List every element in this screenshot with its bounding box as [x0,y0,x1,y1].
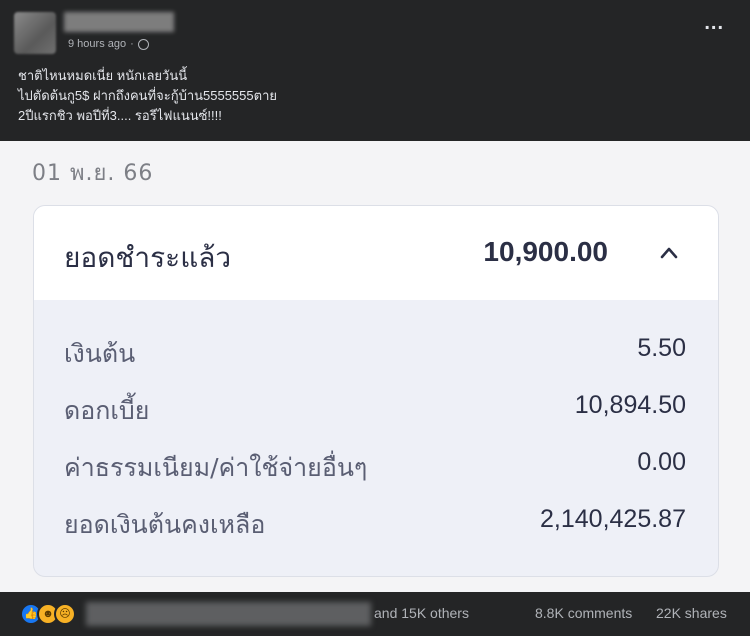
statement-screenshot[interactable]: 01 พ.ย. 66 ยอดชำระแล้ว 10,900.00 เงินต้น… [0,141,750,592]
globe-icon [137,38,149,50]
reaction-icons[interactable]: 👍 ☻ ☹ [20,603,76,625]
reaction-count[interactable]: and 15K others [374,605,469,621]
caption-line: ชาติไหนหมดเนี่ย หนักเลยวันนี้ [18,68,188,83]
paid-amount: 10,900.00 [483,236,608,267]
caption-line: ไปตัดต้นกู5$ ฝากถึงคนที่จะกู้บ้าน5555555… [18,88,277,103]
comment-count[interactable]: 8.8K comments [535,605,632,621]
row-label: ยอดเงินต้นคงเหลือ [64,510,266,539]
breakdown-row-principal: เงินต้น 5.50 [64,334,686,368]
payment-card-header[interactable]: ยอดชำระแล้ว 10,900.00 [34,206,718,300]
row-label: ดอกเบี้ย [64,396,150,425]
post-footer: 👍 ☻ ☹ and 15K others 8.8K comments 22K s… [0,592,750,636]
row-value: 2,140,425.87 [540,505,686,533]
row-value: 0.00 [637,448,686,476]
caption-line: 2ปีแรกชิว พอปีที่3.... รอรีไฟแนนซ์!!!! [18,108,222,123]
breakdown-row-interest: ดอกเบี้ย 10,894.50 [64,391,686,425]
post-header: 9 hours ago · ... ชาติไหนหมดเนี่ย หนักเล… [0,0,750,140]
wow-icon: ☹ [54,603,76,625]
row-label: เงินต้น [64,339,136,368]
breakdown-row-remaining-principal: ยอดเงินต้นคงเหลือ 2,140,425.87 [64,505,686,539]
post-caption: ชาติไหนหมดเนี่ย หนักเลยวันนี้ ไปตัดต้นกู… [18,66,277,126]
avatar[interactable] [14,12,56,54]
row-label: ค่าธรรมเนียม/ค่าใช้จ่ายอื่นๆ [64,453,368,482]
post-meta: 9 hours ago · [68,38,149,50]
breakdown-row-fees: ค่าธรรมเนียม/ค่าใช้จ่ายอื่นๆ 0.00 [64,448,686,482]
row-value: 5.50 [637,334,686,362]
share-count[interactable]: 22K shares [656,605,727,621]
paid-label: ยอดชำระแล้ว [64,241,232,274]
more-options-icon[interactable]: ... [704,13,724,33]
row-value: 10,894.50 [574,391,686,419]
meta-separator: · [130,38,134,50]
statement-date: 01 พ.ย. 66 [32,161,154,186]
post-time[interactable]: 9 hours ago [68,38,126,50]
chevron-up-icon[interactable] [660,244,678,262]
payment-card: ยอดชำระแล้ว 10,900.00 เงินต้น 5.50 ดอกเบ… [33,205,719,577]
author-name-blurred[interactable] [64,12,174,32]
reactor-names-blurred[interactable] [86,602,371,626]
